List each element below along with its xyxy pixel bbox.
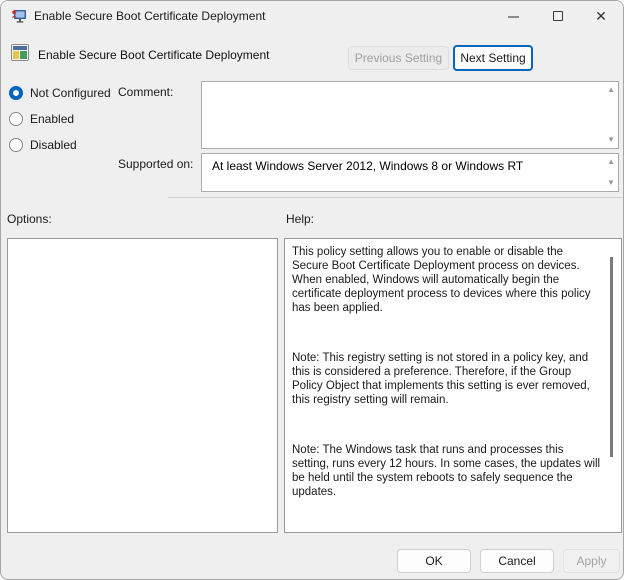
policy-setting-dialog: Enable Secure Boot Certificate Deploymen… bbox=[0, 0, 624, 580]
title-bar: Enable Secure Boot Certificate Deploymen… bbox=[1, 1, 623, 31]
help-paragraph: Note: The Windows task that runs and pro… bbox=[292, 443, 602, 499]
minimize-icon bbox=[508, 16, 519, 18]
scroll-up-icon[interactable]: ▲ bbox=[607, 86, 615, 94]
close-icon: ✕ bbox=[595, 9, 607, 23]
apply-button[interactable]: Apply bbox=[563, 549, 620, 573]
help-scrollbar-thumb[interactable] bbox=[610, 257, 613, 457]
cancel-button[interactable]: Cancel bbox=[480, 549, 554, 573]
scroll-up-icon[interactable]: ▲ bbox=[607, 158, 615, 166]
window-title: Enable Secure Boot Certificate Deploymen… bbox=[34, 9, 265, 23]
radio-enabled-control[interactable] bbox=[9, 112, 23, 126]
previous-setting-button[interactable]: Previous Setting bbox=[348, 46, 449, 70]
radio-not-configured-control[interactable] bbox=[9, 86, 23, 100]
radio-enabled-label: Enabled bbox=[30, 112, 74, 126]
radio-disabled[interactable]: Disabled bbox=[9, 137, 77, 153]
help-panel[interactable]: This policy setting allows you to enable… bbox=[284, 238, 622, 533]
comment-textarea[interactable]: ▲ ▼ bbox=[201, 81, 619, 149]
help-label: Help: bbox=[286, 212, 314, 226]
scroll-down-icon[interactable]: ▼ bbox=[607, 179, 615, 187]
comment-label: Comment: bbox=[118, 85, 173, 99]
minimize-button[interactable] bbox=[493, 1, 533, 31]
setting-name: Enable Secure Boot Certificate Deploymen… bbox=[38, 48, 269, 62]
help-paragraph: Note: This registry setting is not store… bbox=[292, 351, 602, 407]
radio-enabled[interactable]: Enabled bbox=[9, 111, 74, 127]
next-setting-button[interactable]: Next Setting bbox=[453, 45, 533, 71]
ok-button[interactable]: OK bbox=[397, 549, 471, 573]
radio-not-configured-label: Not Configured bbox=[30, 86, 111, 100]
help-text: This policy setting allows you to enable… bbox=[285, 239, 621, 532]
section-divider bbox=[168, 197, 624, 198]
help-paragraph: This policy setting allows you to enable… bbox=[292, 245, 602, 315]
radio-disabled-label: Disabled bbox=[30, 138, 77, 152]
supported-on-textarea[interactable]: At least Windows Server 2012, Windows 8 … bbox=[201, 153, 619, 192]
options-panel bbox=[7, 238, 278, 533]
close-button[interactable]: ✕ bbox=[581, 1, 621, 31]
maximize-button[interactable] bbox=[538, 1, 578, 31]
policy-setting-icon bbox=[11, 44, 29, 61]
maximize-icon bbox=[553, 11, 563, 21]
supported-on-label: Supported on: bbox=[118, 157, 193, 171]
options-label: Options: bbox=[7, 212, 52, 226]
supported-on-value: At least Windows Server 2012, Windows 8 … bbox=[212, 159, 523, 173]
radio-disabled-control[interactable] bbox=[9, 138, 23, 152]
radio-not-configured[interactable]: Not Configured bbox=[9, 85, 111, 101]
scroll-down-icon[interactable]: ▼ bbox=[607, 136, 615, 144]
group-policy-app-icon bbox=[11, 8, 27, 24]
